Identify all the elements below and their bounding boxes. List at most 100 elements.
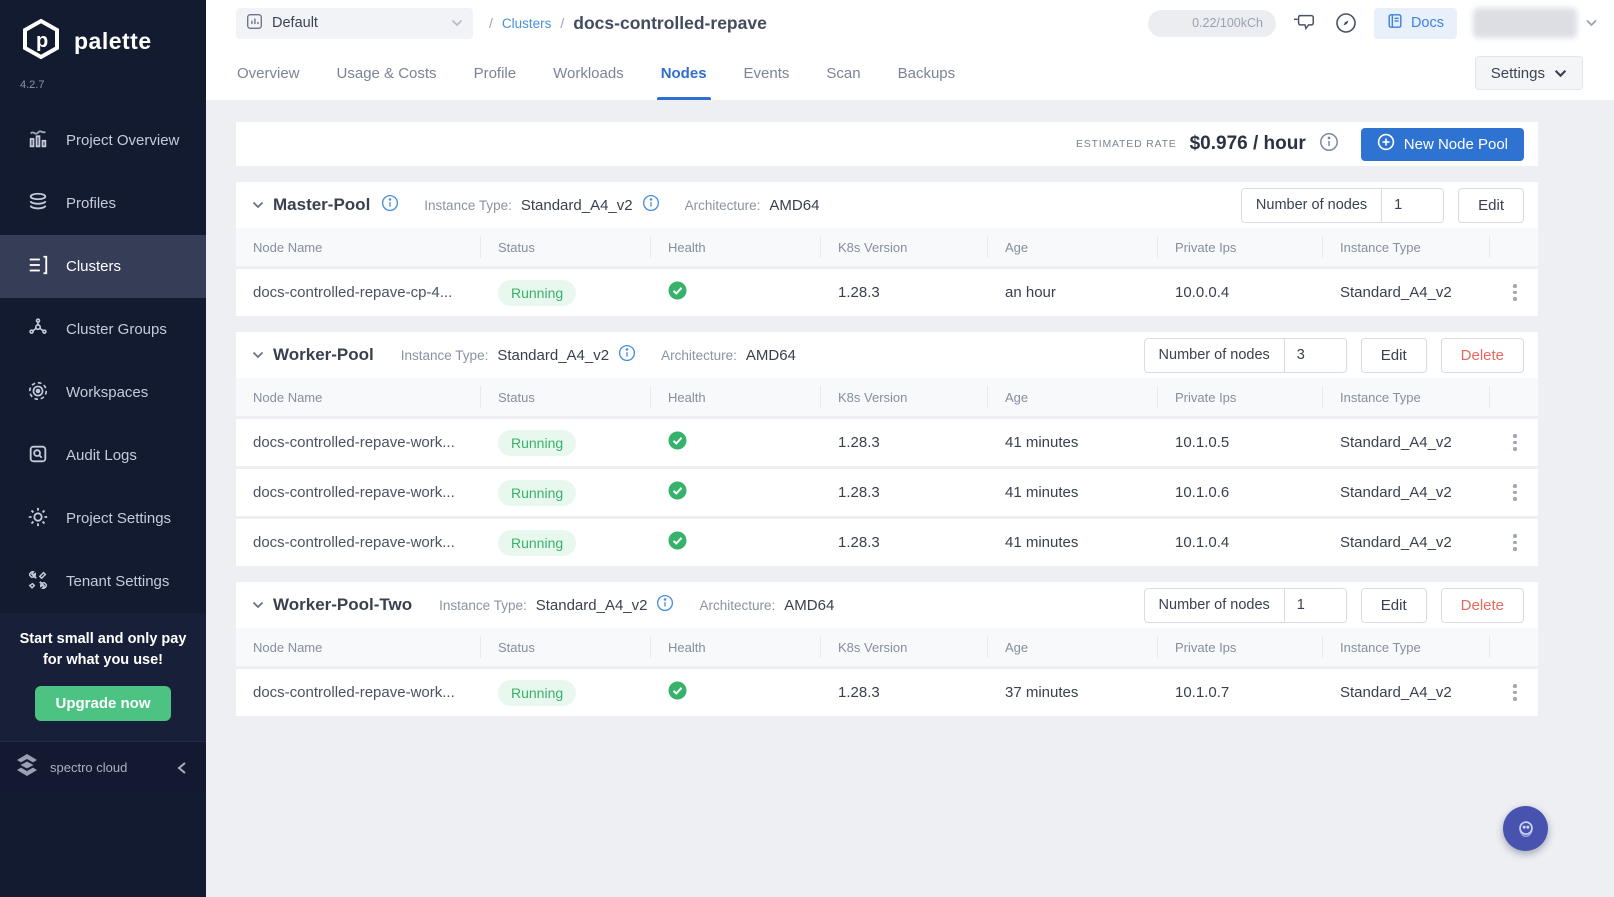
col-node-name: Node Name (236, 636, 481, 658)
edit-pool-button[interactable]: Edit (1458, 187, 1524, 223)
col-health: Health (651, 236, 821, 258)
private-ip: 10.1.0.5 (1175, 434, 1230, 451)
health-check-icon (668, 481, 687, 504)
node-name: docs-controlled-repave-work... (253, 434, 455, 451)
sidebar-item-audit-logs[interactable]: Audit Logs (0, 424, 206, 487)
instance-type-label: Instance Type: (400, 347, 489, 363)
collapse-caret-icon[interactable] (252, 351, 264, 359)
brand-name: palette (74, 28, 152, 54)
tab-workloads[interactable]: Workloads (553, 46, 624, 100)
project-selector-value: Default (272, 15, 318, 31)
sidebar-item-label: Profiles (66, 195, 117, 212)
sidebar-item-profiles[interactable]: Profiles (0, 172, 206, 235)
instance-type-label: Instance Type: (439, 597, 527, 613)
sidebar-item-project-overview[interactable]: Project Overview (0, 109, 206, 172)
architecture-label: Architecture: (699, 597, 776, 613)
number-of-nodes-label: Number of nodes (1255, 197, 1368, 213)
col-actions (1490, 386, 1538, 408)
private-ip: 10.1.0.7 (1175, 684, 1230, 701)
collapse-caret-icon[interactable] (252, 201, 264, 209)
number-of-nodes-input[interactable] (1381, 188, 1444, 222)
health-check-icon (668, 431, 687, 454)
spectro-cloud-label: spectro cloud (50, 760, 128, 776)
estimated-rate-value: $0.976 / hour (1189, 133, 1306, 154)
instance-type: Standard_A4_v2 (1340, 484, 1452, 501)
tab-scan[interactable]: Scan (826, 46, 860, 100)
chevron-down-icon (1585, 14, 1598, 32)
architecture-value: AMD64 (745, 346, 796, 364)
edit-pool-button[interactable]: Edit (1360, 587, 1427, 623)
tab-events[interactable]: Events (744, 46, 790, 100)
version-label: 4.2.7 (20, 79, 45, 91)
node-age: 41 minutes (1005, 534, 1079, 551)
row-actions-kebab-icon[interactable] (1504, 534, 1526, 551)
new-node-pool-label: New Node Pool (1403, 135, 1508, 153)
sidebar-item-cluster-groups[interactable]: Cluster Groups (0, 298, 206, 361)
docs-button[interactable]: Docs (1373, 7, 1457, 39)
info-icon[interactable] (381, 194, 399, 217)
node-table-row: docs-controlled-repave-work... Running 1… (236, 516, 1538, 566)
info-icon[interactable] (1319, 132, 1339, 157)
plus-circle-icon (1377, 133, 1395, 155)
info-icon[interactable] (656, 594, 674, 617)
health-check-icon (668, 281, 687, 304)
chart-icon (27, 128, 49, 154)
edit-pool-button[interactable]: Edit (1360, 337, 1427, 373)
sidebar-item-tenant-settings[interactable]: Tenant Settings (0, 550, 206, 613)
number-of-nodes-input[interactable] (1283, 588, 1346, 622)
info-icon[interactable] (618, 344, 636, 367)
gear-icon (27, 506, 49, 532)
usage-quota-badge: 0.22/100kCh (1147, 9, 1276, 37)
tab-backups[interactable]: Backups (898, 46, 956, 100)
tools-icon (27, 569, 49, 595)
breadcrumb-clusters-link[interactable]: Clusters (502, 16, 552, 31)
settings-button-label: Settings (1490, 64, 1545, 82)
chevron-down-icon (1554, 65, 1567, 82)
new-node-pool-button[interactable]: New Node Pool (1360, 127, 1524, 161)
status-badge: Running (498, 429, 577, 456)
sidebar-item-workspaces[interactable]: Workspaces (0, 361, 206, 424)
number-of-nodes-group: Number of nodes (1143, 337, 1347, 373)
k8s-version: 1.28.3 (838, 534, 880, 551)
info-icon[interactable] (642, 194, 660, 217)
k8s-version: 1.28.3 (838, 434, 880, 451)
user-menu[interactable] (1473, 8, 1598, 38)
tab-overview[interactable]: Overview (237, 46, 300, 100)
top-bar: Default / Clusters / docs-controlled-rep… (206, 0, 1614, 46)
feedback-chat-icon[interactable] (1292, 12, 1318, 34)
col-k8s-version: K8s Version (821, 236, 988, 258)
chevron-down-icon (451, 19, 463, 27)
number-of-nodes-group: Number of nodes (1143, 587, 1347, 623)
tab-nodes[interactable]: Nodes (656, 46, 711, 100)
project-selector[interactable]: Default (236, 7, 473, 39)
architecture-label: Architecture: (661, 347, 737, 363)
col-health: Health (651, 636, 821, 658)
row-actions-kebab-icon[interactable] (1504, 684, 1526, 701)
settings-dropdown-button[interactable]: Settings (1474, 56, 1583, 90)
sidebar-collapse-button[interactable] (176, 761, 188, 775)
tab-usage-costs[interactable]: Usage & Costs (337, 46, 437, 100)
col-instance-type: Instance Type (1323, 236, 1490, 258)
delete-pool-button[interactable]: Delete (1440, 337, 1524, 373)
collapse-caret-icon[interactable] (252, 601, 264, 609)
instance-type-value: Standard_A4_v2 (520, 196, 633, 214)
project-scope-icon (246, 13, 263, 34)
architecture-label: Architecture: (684, 197, 761, 213)
chat-widget-button[interactable] (1503, 806, 1548, 851)
sidebar-item-project-settings[interactable]: Project Settings (0, 487, 206, 550)
node-age: 41 minutes (1005, 484, 1079, 501)
row-actions-kebab-icon[interactable] (1504, 284, 1526, 301)
status-badge: Running (498, 679, 577, 706)
delete-pool-button[interactable]: Delete (1440, 587, 1524, 623)
nodes-panel: ESTIMATED RATE $0.976 / hour New Node Po… (206, 100, 1614, 897)
sidebar-item-label: Project Settings (66, 510, 172, 527)
page-title: docs-controlled-repave (573, 12, 767, 33)
row-actions-kebab-icon[interactable] (1504, 484, 1526, 501)
compass-icon[interactable] (1334, 11, 1358, 35)
upgrade-now-button[interactable]: Upgrade now (35, 686, 171, 722)
row-actions-kebab-icon[interactable] (1504, 434, 1526, 451)
col-actions (1490, 236, 1538, 258)
number-of-nodes-input[interactable] (1283, 338, 1346, 372)
sidebar-item-clusters[interactable]: Clusters (0, 235, 206, 298)
tab-profile[interactable]: Profile (474, 46, 517, 100)
